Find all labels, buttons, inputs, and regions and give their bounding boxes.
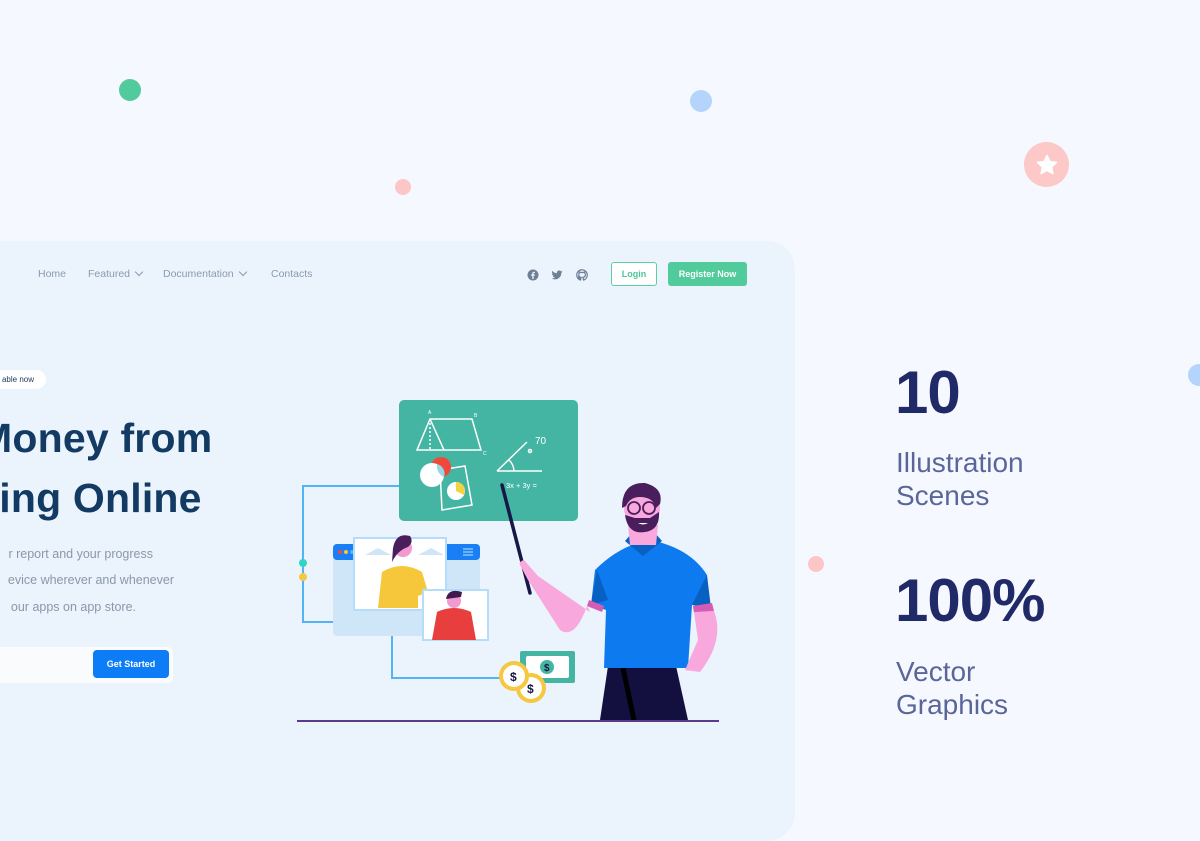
stat-label-scenes: Illustration Scenes xyxy=(896,446,1024,512)
connector-dot-teal xyxy=(299,559,307,567)
board-equation-text: 3x + 3y = xyxy=(506,481,537,490)
nav-label: Contacts xyxy=(271,268,313,280)
hero-description-line1: r report and your progress xyxy=(8,547,153,561)
chalkboard xyxy=(399,400,578,521)
decor-dot-pink xyxy=(395,179,411,195)
teacher-arm-left xyxy=(519,560,590,633)
man-shirt xyxy=(432,608,476,640)
teacher-shirt xyxy=(591,540,707,668)
connector-dot-yellow xyxy=(299,573,307,581)
decor-dot-pink-2 xyxy=(808,556,824,572)
hero-description-line2: evice wherever and whenever xyxy=(7,573,174,587)
teacher-pants xyxy=(600,666,688,720)
twitter-icon[interactable] xyxy=(551,269,563,281)
board-angle-text: 70 xyxy=(535,436,547,447)
chevron-down-icon xyxy=(134,267,144,277)
availability-badge: able now xyxy=(0,370,46,389)
nav-label: Featured xyxy=(88,268,131,280)
nav-label: Documentation xyxy=(163,268,234,280)
nav-contacts[interactable]: Contacts xyxy=(271,268,312,280)
facebook-icon[interactable] xyxy=(527,269,539,281)
stat-label-line: Vector xyxy=(896,656,976,687)
coin-symbol: $ xyxy=(510,670,517,684)
nav-label: Home xyxy=(38,268,67,280)
stat-label-line: Scenes xyxy=(896,480,990,511)
board-label-c: C xyxy=(483,451,487,457)
chevron-down-icon xyxy=(238,267,247,277)
nav-documentation[interactable]: Documentation xyxy=(163,267,247,280)
teacher-illustration: A B C 70 3x + 3y = $ $ $ xyxy=(297,400,719,722)
github-icon[interactable] xyxy=(576,269,588,281)
star-icon xyxy=(1036,154,1057,174)
stat-number-scenes: 10 xyxy=(895,359,961,426)
decor-dot-blue-edge xyxy=(1188,364,1200,386)
hero-headline-line1: Money from xyxy=(0,415,213,461)
decor-dot-green xyxy=(119,79,141,101)
get-started-button[interactable]: Get Started xyxy=(93,650,169,678)
connector-line xyxy=(391,636,505,679)
coin-symbol: $ xyxy=(527,682,534,696)
register-now-button[interactable]: Register Now xyxy=(668,262,747,286)
stat-label-line: Illustration xyxy=(896,447,1024,478)
hero-headline-line2: ning Online xyxy=(0,475,202,521)
nav-featured[interactable]: Featured xyxy=(88,267,144,280)
stat-label-line: Graphics xyxy=(896,689,1009,720)
login-button[interactable]: Login xyxy=(611,262,657,286)
stat-number-vector: 100% xyxy=(895,567,1045,634)
stat-label-vector: Vector Graphics xyxy=(896,655,1008,721)
nav-home[interactable]: Home xyxy=(38,268,66,280)
decor-dot-blue xyxy=(690,90,712,112)
decor-star-badge xyxy=(1024,142,1069,187)
banknote-symbol: $ xyxy=(544,663,550,674)
hero-description-line3: our apps on app store. xyxy=(10,600,136,614)
